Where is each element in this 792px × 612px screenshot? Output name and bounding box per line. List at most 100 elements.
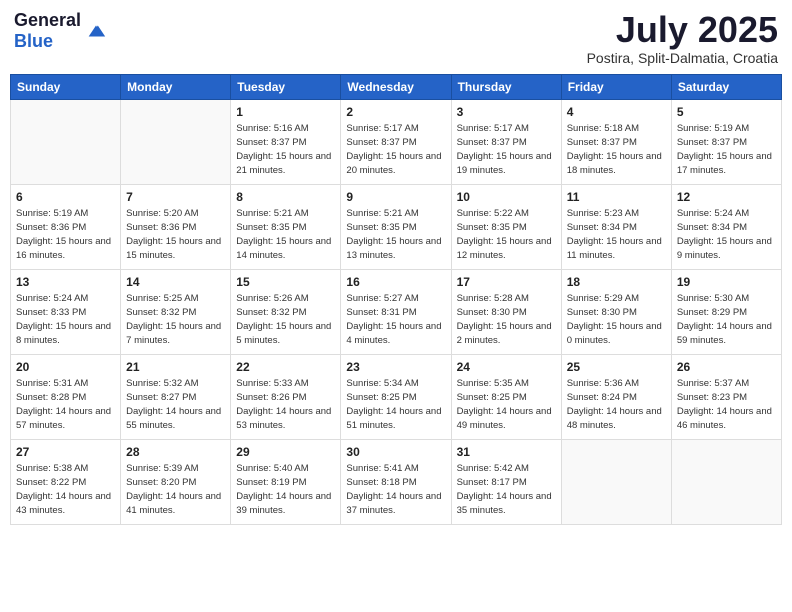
day-number: 15 xyxy=(236,274,335,291)
month-title: July 2025 xyxy=(587,10,778,50)
day-info: Sunrise: 5:19 AMSunset: 8:36 PMDaylight:… xyxy=(16,207,115,262)
day-number: 20 xyxy=(16,359,115,376)
day-info: Sunrise: 5:27 AMSunset: 8:31 PMDaylight:… xyxy=(346,292,445,347)
day-header-wednesday: Wednesday xyxy=(341,74,451,99)
calendar-cell: 8Sunrise: 5:21 AMSunset: 8:35 PMDaylight… xyxy=(231,184,341,269)
day-number: 17 xyxy=(457,274,556,291)
day-header-friday: Friday xyxy=(561,74,671,99)
title-block: July 2025 Postira, Split-Dalmatia, Croat… xyxy=(587,10,778,66)
calendar-cell: 16Sunrise: 5:27 AMSunset: 8:31 PMDayligh… xyxy=(341,269,451,354)
day-info: Sunrise: 5:21 AMSunset: 8:35 PMDaylight:… xyxy=(346,207,445,262)
calendar-cell: 9Sunrise: 5:21 AMSunset: 8:35 PMDaylight… xyxy=(341,184,451,269)
day-header-tuesday: Tuesday xyxy=(231,74,341,99)
day-info: Sunrise: 5:17 AMSunset: 8:37 PMDaylight:… xyxy=(346,122,445,177)
day-number: 14 xyxy=(126,274,225,291)
day-number: 2 xyxy=(346,104,445,121)
day-number: 16 xyxy=(346,274,445,291)
calendar-cell: 30Sunrise: 5:41 AMSunset: 8:18 PMDayligh… xyxy=(341,439,451,524)
day-number: 7 xyxy=(126,189,225,206)
day-number: 13 xyxy=(16,274,115,291)
calendar-cell: 4Sunrise: 5:18 AMSunset: 8:37 PMDaylight… xyxy=(561,99,671,184)
page-header: General Blue July 2025 Postira, Split-Da… xyxy=(10,10,782,66)
day-info: Sunrise: 5:24 AMSunset: 8:33 PMDaylight:… xyxy=(16,292,115,347)
week-row-2: 6Sunrise: 5:19 AMSunset: 8:36 PMDaylight… xyxy=(11,184,782,269)
week-row-3: 13Sunrise: 5:24 AMSunset: 8:33 PMDayligh… xyxy=(11,269,782,354)
day-info: Sunrise: 5:24 AMSunset: 8:34 PMDaylight:… xyxy=(677,207,776,262)
day-info: Sunrise: 5:37 AMSunset: 8:23 PMDaylight:… xyxy=(677,377,776,432)
day-number: 1 xyxy=(236,104,335,121)
calendar-cell: 19Sunrise: 5:30 AMSunset: 8:29 PMDayligh… xyxy=(671,269,781,354)
day-number: 4 xyxy=(567,104,666,121)
calendar-cell: 18Sunrise: 5:29 AMSunset: 8:30 PMDayligh… xyxy=(561,269,671,354)
calendar-cell: 20Sunrise: 5:31 AMSunset: 8:28 PMDayligh… xyxy=(11,354,121,439)
day-number: 21 xyxy=(126,359,225,376)
calendar-cell xyxy=(121,99,231,184)
calendar-table: SundayMondayTuesdayWednesdayThursdayFrid… xyxy=(10,74,782,525)
day-number: 9 xyxy=(346,189,445,206)
week-row-1: 1Sunrise: 5:16 AMSunset: 8:37 PMDaylight… xyxy=(11,99,782,184)
calendar-cell: 6Sunrise: 5:19 AMSunset: 8:36 PMDaylight… xyxy=(11,184,121,269)
day-number: 3 xyxy=(457,104,556,121)
day-info: Sunrise: 5:23 AMSunset: 8:34 PMDaylight:… xyxy=(567,207,666,262)
day-number: 6 xyxy=(16,189,115,206)
day-info: Sunrise: 5:29 AMSunset: 8:30 PMDaylight:… xyxy=(567,292,666,347)
day-info: Sunrise: 5:22 AMSunset: 8:35 PMDaylight:… xyxy=(457,207,556,262)
day-number: 25 xyxy=(567,359,666,376)
calendar-cell: 17Sunrise: 5:28 AMSunset: 8:30 PMDayligh… xyxy=(451,269,561,354)
day-number: 22 xyxy=(236,359,335,376)
calendar-cell: 28Sunrise: 5:39 AMSunset: 8:20 PMDayligh… xyxy=(121,439,231,524)
logo-general: General xyxy=(14,10,81,30)
day-info: Sunrise: 5:26 AMSunset: 8:32 PMDaylight:… xyxy=(236,292,335,347)
day-info: Sunrise: 5:40 AMSunset: 8:19 PMDaylight:… xyxy=(236,462,335,517)
calendar-cell: 21Sunrise: 5:32 AMSunset: 8:27 PMDayligh… xyxy=(121,354,231,439)
day-number: 5 xyxy=(677,104,776,121)
calendar-cell: 13Sunrise: 5:24 AMSunset: 8:33 PMDayligh… xyxy=(11,269,121,354)
day-info: Sunrise: 5:36 AMSunset: 8:24 PMDaylight:… xyxy=(567,377,666,432)
day-header-saturday: Saturday xyxy=(671,74,781,99)
day-number: 30 xyxy=(346,444,445,461)
day-info: Sunrise: 5:25 AMSunset: 8:32 PMDaylight:… xyxy=(126,292,225,347)
day-number: 8 xyxy=(236,189,335,206)
day-info: Sunrise: 5:42 AMSunset: 8:17 PMDaylight:… xyxy=(457,462,556,517)
calendar-cell: 23Sunrise: 5:34 AMSunset: 8:25 PMDayligh… xyxy=(341,354,451,439)
logo-icon xyxy=(85,20,107,42)
calendar-cell: 1Sunrise: 5:16 AMSunset: 8:37 PMDaylight… xyxy=(231,99,341,184)
calendar-cell: 7Sunrise: 5:20 AMSunset: 8:36 PMDaylight… xyxy=(121,184,231,269)
day-number: 19 xyxy=(677,274,776,291)
calendar-cell: 10Sunrise: 5:22 AMSunset: 8:35 PMDayligh… xyxy=(451,184,561,269)
day-info: Sunrise: 5:18 AMSunset: 8:37 PMDaylight:… xyxy=(567,122,666,177)
day-info: Sunrise: 5:38 AMSunset: 8:22 PMDaylight:… xyxy=(16,462,115,517)
day-info: Sunrise: 5:34 AMSunset: 8:25 PMDaylight:… xyxy=(346,377,445,432)
day-info: Sunrise: 5:17 AMSunset: 8:37 PMDaylight:… xyxy=(457,122,556,177)
calendar-cell: 31Sunrise: 5:42 AMSunset: 8:17 PMDayligh… xyxy=(451,439,561,524)
day-header-monday: Monday xyxy=(121,74,231,99)
day-number: 23 xyxy=(346,359,445,376)
day-info: Sunrise: 5:39 AMSunset: 8:20 PMDaylight:… xyxy=(126,462,225,517)
calendar-cell: 12Sunrise: 5:24 AMSunset: 8:34 PMDayligh… xyxy=(671,184,781,269)
day-number: 11 xyxy=(567,189,666,206)
day-number: 26 xyxy=(677,359,776,376)
calendar-cell: 22Sunrise: 5:33 AMSunset: 8:26 PMDayligh… xyxy=(231,354,341,439)
day-info: Sunrise: 5:21 AMSunset: 8:35 PMDaylight:… xyxy=(236,207,335,262)
logo-text: General Blue xyxy=(14,10,81,52)
day-number: 10 xyxy=(457,189,556,206)
week-row-5: 27Sunrise: 5:38 AMSunset: 8:22 PMDayligh… xyxy=(11,439,782,524)
calendar-cell: 5Sunrise: 5:19 AMSunset: 8:37 PMDaylight… xyxy=(671,99,781,184)
days-header-row: SundayMondayTuesdayWednesdayThursdayFrid… xyxy=(11,74,782,99)
calendar-cell: 11Sunrise: 5:23 AMSunset: 8:34 PMDayligh… xyxy=(561,184,671,269)
calendar-cell xyxy=(561,439,671,524)
day-info: Sunrise: 5:35 AMSunset: 8:25 PMDaylight:… xyxy=(457,377,556,432)
calendar-cell: 15Sunrise: 5:26 AMSunset: 8:32 PMDayligh… xyxy=(231,269,341,354)
calendar-cell: 25Sunrise: 5:36 AMSunset: 8:24 PMDayligh… xyxy=(561,354,671,439)
day-info: Sunrise: 5:16 AMSunset: 8:37 PMDaylight:… xyxy=(236,122,335,177)
logo-blue: Blue xyxy=(14,31,53,51)
day-info: Sunrise: 5:31 AMSunset: 8:28 PMDaylight:… xyxy=(16,377,115,432)
calendar-cell: 2Sunrise: 5:17 AMSunset: 8:37 PMDaylight… xyxy=(341,99,451,184)
day-number: 28 xyxy=(126,444,225,461)
day-number: 31 xyxy=(457,444,556,461)
day-number: 24 xyxy=(457,359,556,376)
week-row-4: 20Sunrise: 5:31 AMSunset: 8:28 PMDayligh… xyxy=(11,354,782,439)
day-number: 18 xyxy=(567,274,666,291)
calendar-cell: 29Sunrise: 5:40 AMSunset: 8:19 PMDayligh… xyxy=(231,439,341,524)
calendar-cell: 3Sunrise: 5:17 AMSunset: 8:37 PMDaylight… xyxy=(451,99,561,184)
